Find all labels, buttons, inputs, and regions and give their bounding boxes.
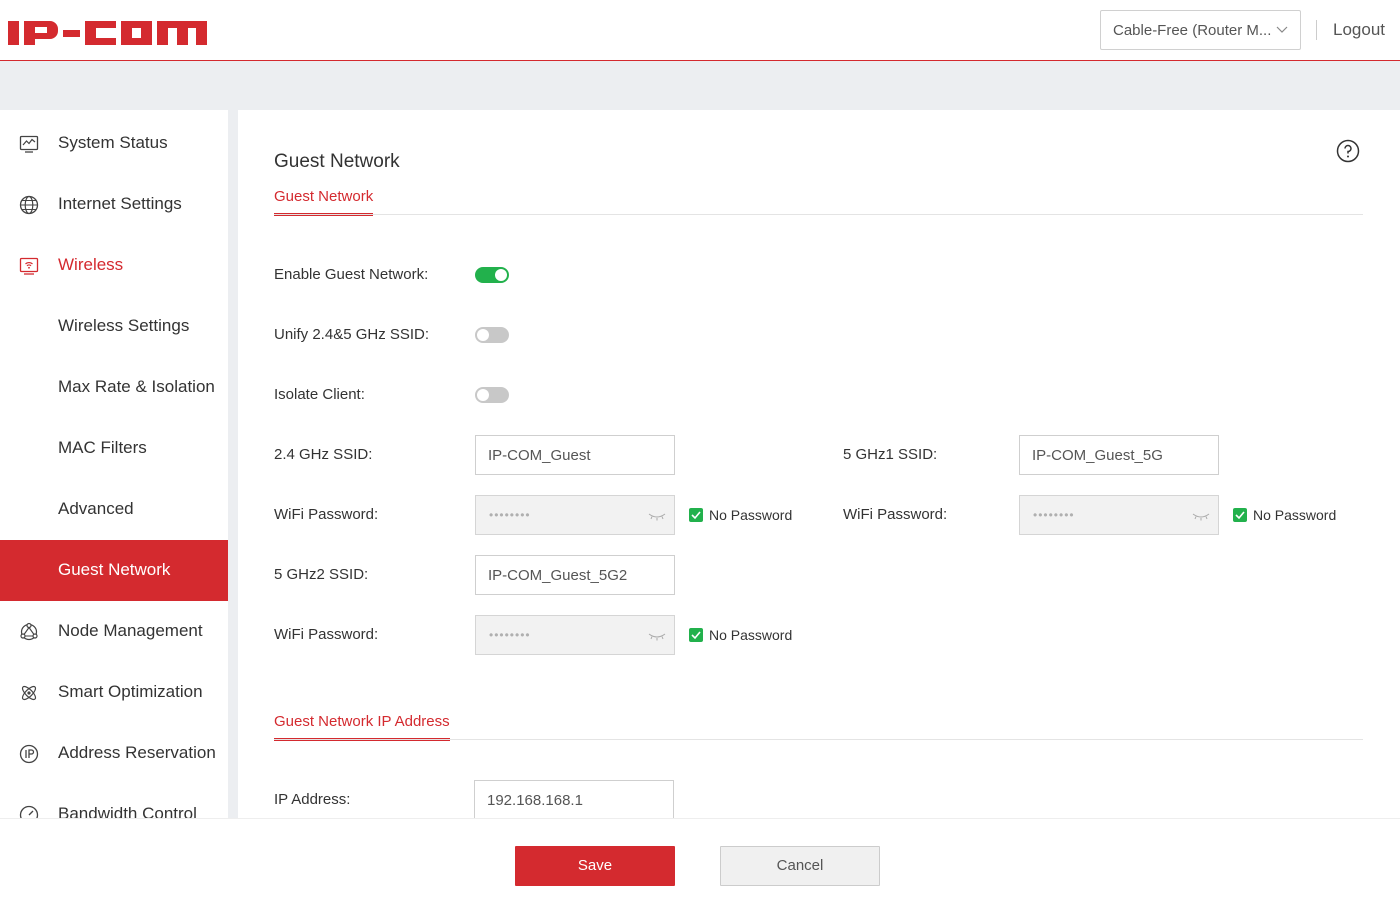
toggle-knob [477, 329, 489, 341]
sidebar-item-wireless[interactable]: Wireless [0, 235, 228, 296]
toggle-knob [477, 389, 489, 401]
mode-select[interactable]: Cable-Free (Router M... [1100, 10, 1301, 50]
sidebar-item-node-management[interactable]: Node Management [0, 601, 228, 662]
ssid-5g2-input[interactable] [475, 555, 675, 595]
eye-closed-icon[interactable] [648, 631, 666, 641]
footer-bar: Save Cancel [0, 818, 1400, 900]
ip-address-input[interactable] [474, 780, 674, 818]
sidebar-item-label: Node Management [58, 621, 203, 640]
no-password-5g2-label: No Password [709, 627, 793, 643]
sidebar-item-wireless-settings[interactable]: Wireless Settings [0, 296, 228, 357]
sidebar-item-label: MAC Filters [58, 438, 147, 457]
checkmark-icon [1235, 511, 1245, 520]
sidebar-item-advanced[interactable]: Advanced [0, 479, 228, 540]
no-password-24-checkbox[interactable] [689, 508, 703, 522]
sidebar-item-internet-settings[interactable]: Internet Settings [0, 174, 228, 235]
password-mask: •••••••• [1033, 508, 1075, 522]
wifi-monitor-icon [19, 257, 39, 275]
chart-monitor-icon [19, 135, 39, 153]
sidebar-item-label: Wireless [58, 255, 124, 274]
sidebar-item-label: Internet Settings [58, 194, 182, 213]
atom-icon [21, 685, 37, 701]
ssid-5g1-label: 5 GHz1 SSID: [843, 446, 938, 463]
tab-guest-network[interactable]: Guest Network [274, 188, 374, 216]
ip-icon [19, 744, 39, 764]
section-divider [274, 739, 1363, 740]
sidebar-item-label: Smart Optimization [58, 682, 203, 701]
tab-guest-network-ip[interactable]: Guest Network IP Address [274, 713, 450, 741]
wifi-password-5g1-label: WiFi Password: [843, 506, 948, 523]
sidebar-item-label: Address Reservation [58, 743, 216, 762]
help-icon[interactable] [1336, 139, 1360, 163]
checkmark-icon [691, 511, 701, 520]
mode-select-value: Cable-Free (Router M... [1113, 22, 1272, 39]
sidebar-item-label: Guest Network [58, 560, 171, 579]
ip-com-logo [8, 21, 207, 45]
section-divider [274, 214, 1363, 215]
wifi-password-5g2-label: WiFi Password: [274, 626, 379, 643]
isolate-client-toggle[interactable] [475, 387, 509, 403]
top-band [0, 61, 1400, 110]
no-password-5g1-label: No Password [1253, 507, 1337, 523]
logout-link[interactable]: Logout [1333, 20, 1385, 40]
wifi-password-24-field[interactable]: •••••••• [475, 495, 675, 535]
no-password-5g2-checkbox[interactable] [689, 628, 703, 642]
no-password-5g1-checkbox[interactable] [1233, 508, 1247, 522]
sidebar-item-system-status[interactable]: System Status [0, 113, 228, 174]
enable-guest-label: Enable Guest Network: [274, 266, 429, 283]
chevron-down-icon [1276, 26, 1288, 33]
checkmark-icon [691, 631, 701, 640]
sidebar: System Status Internet Settings Wireless… [0, 110, 228, 818]
sidebar-item-mac-filters[interactable]: MAC Filters [0, 418, 228, 479]
cancel-button[interactable]: Cancel [720, 846, 880, 886]
sidebar-item-smart-optimization[interactable]: Smart Optimization [0, 662, 228, 723]
ssid-5g2-label: 5 GHz2 SSID: [274, 566, 369, 583]
header-divider [1316, 20, 1317, 40]
sidebar-item-label: Max Rate & Isolation [58, 377, 215, 396]
node-network-icon [20, 622, 38, 641]
sidebar-item-label: Wireless Settings [58, 316, 190, 335]
eye-closed-icon[interactable] [648, 511, 666, 521]
sidebar-item-label: Advanced [58, 499, 134, 518]
sidebar-item-label: Bandwidth Control [58, 804, 197, 818]
toggle-knob [495, 269, 507, 281]
ssid-5g1-input[interactable] [1019, 435, 1219, 475]
no-password-24-label: No Password [709, 507, 793, 523]
ip-address-label: IP Address: [274, 791, 351, 808]
globe-icon [19, 195, 39, 215]
top-header: Cable-Free (Router M... Logout [0, 0, 1400, 61]
sidebar-item-bandwidth-control[interactable]: Bandwidth Control [0, 784, 228, 818]
isolate-client-label: Isolate Client: [274, 386, 365, 403]
speedometer-icon [19, 805, 39, 818]
ssid-24-input[interactable] [475, 435, 675, 475]
wifi-password-5g1-field[interactable]: •••••••• [1019, 495, 1219, 535]
wifi-password-5g2-field[interactable]: •••••••• [475, 615, 675, 655]
sidebar-item-max-rate-isolation[interactable]: Max Rate & Isolation [0, 357, 228, 418]
unify-ssid-label: Unify 2.4&5 GHz SSID: [274, 326, 430, 343]
eye-closed-icon[interactable] [1192, 511, 1210, 521]
sidebar-gap [228, 110, 238, 818]
password-mask: •••••••• [489, 628, 531, 642]
sidebar-item-label: System Status [58, 133, 168, 152]
main-content: Guest Network Guest Network Enable Guest… [238, 110, 1400, 818]
page-title: Guest Network [274, 151, 400, 172]
sidebar-item-address-reservation[interactable]: Address Reservation [0, 723, 228, 784]
unify-ssid-toggle[interactable] [475, 327, 509, 343]
save-button[interactable]: Save [515, 846, 675, 886]
enable-guest-toggle[interactable] [475, 267, 509, 283]
wifi-password-24-label: WiFi Password: [274, 506, 379, 523]
ssid-24-label: 2.4 GHz SSID: [274, 446, 373, 463]
sidebar-item-guest-network[interactable]: Guest Network [0, 540, 228, 601]
password-mask: •••••••• [489, 508, 531, 522]
